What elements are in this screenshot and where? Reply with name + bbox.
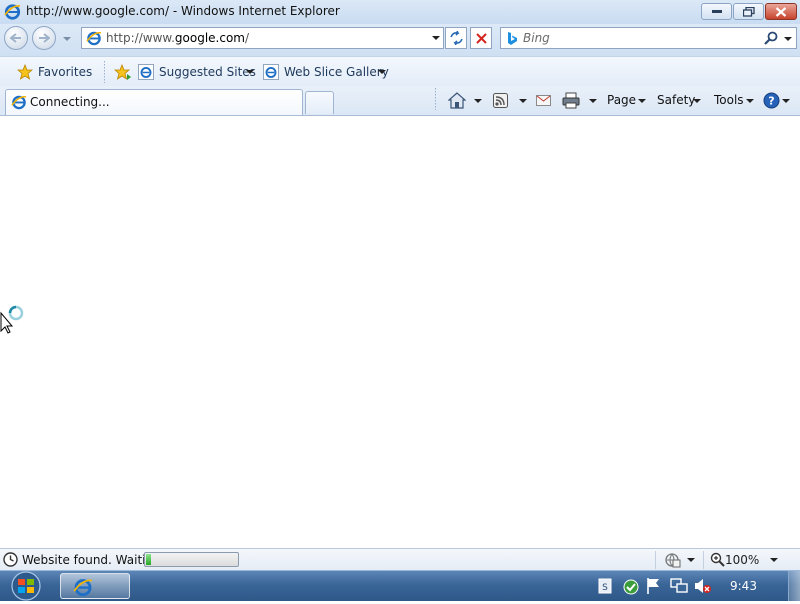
show-desktop-button[interactable] — [788, 571, 800, 601]
home-dropdown[interactable] — [474, 99, 482, 103]
zoom-control[interactable]: 100% — [710, 552, 792, 568]
tools-menu-arrow — [746, 99, 754, 103]
taskbar-ie-button[interactable] — [60, 573, 130, 599]
suggested-sites-ie-icon — [138, 64, 154, 80]
command-separator — [435, 88, 436, 110]
windows-start-icon — [11, 571, 41, 601]
feeds-dropdown[interactable] — [519, 99, 527, 103]
progress-fill — [146, 554, 151, 565]
refresh-button[interactable] — [445, 27, 467, 49]
search-box[interactable] — [500, 27, 797, 49]
taskbar: S 9:43 — [0, 570, 800, 601]
zone-icon[interactable] — [664, 552, 682, 568]
suggested-sites-button[interactable]: Suggested Sites — [138, 63, 256, 81]
help-button[interactable]: ? — [763, 92, 793, 110]
tab-ie-icon — [11, 94, 27, 113]
web-slice-ie-icon — [263, 64, 279, 80]
back-icon — [10, 33, 21, 43]
print-icon — [562, 92, 580, 109]
refresh-icon — [450, 31, 463, 45]
add-favorites-icon — [114, 64, 131, 80]
favorites-button[interactable]: Favorites — [17, 63, 97, 81]
tray-network-icon[interactable] — [670, 577, 688, 595]
bing-icon — [506, 31, 518, 49]
address-bar[interactable]: http://www.google.com/ — [81, 27, 444, 49]
tray-security-icon[interactable] — [621, 577, 639, 595]
new-tab-button[interactable] — [305, 91, 334, 114]
safety-menu-arrow — [693, 99, 701, 103]
tools-menu[interactable]: Tools — [714, 92, 759, 110]
feeds-icon — [493, 93, 508, 108]
suggested-sites-dropdown[interactable] — [246, 70, 254, 74]
zoom-level: 100% — [725, 553, 760, 567]
favorites-bar: Favorites Suggested Sites Web Slice Gall… — [0, 56, 800, 87]
favorites-star-icon — [17, 64, 33, 80]
tab-connecting[interactable]: Connecting... — [5, 89, 303, 115]
progress-bar — [144, 552, 239, 567]
home-icon — [448, 92, 466, 109]
stop-icon — [476, 33, 487, 44]
taskbar-clock[interactable]: 9:43 — [730, 579, 757, 593]
page-menu-arrow — [638, 99, 646, 103]
status-divider — [703, 551, 704, 569]
status-text: Website found. Waitin — [22, 553, 154, 567]
print-dropdown[interactable] — [589, 99, 597, 103]
tray-volume-muted-icon[interactable] — [694, 578, 712, 594]
svg-text:S: S — [602, 583, 608, 593]
web-slice-gallery-dropdown[interactable] — [378, 70, 386, 74]
page-ie-icon — [86, 30, 102, 49]
feeds-button[interactable] — [493, 92, 529, 110]
zoom-icon — [710, 552, 725, 567]
address-dropdown[interactable] — [432, 36, 440, 40]
search-dropdown[interactable] — [784, 37, 792, 41]
favorites-separator — [104, 61, 105, 83]
search-input[interactable] — [523, 29, 763, 47]
window-title: http://www.google.com/ - Windows Interne… — [26, 4, 340, 18]
title-bar: http://www.google.com/ - Windows Interne… — [0, 0, 800, 25]
tray-action-center-icon[interactable] — [646, 577, 662, 595]
page-menu[interactable]: Page — [607, 92, 653, 110]
help-dropdown[interactable] — [782, 99, 790, 103]
stop-button[interactable] — [470, 27, 492, 49]
mail-icon — [536, 95, 551, 106]
tab-bar: Connecting... Page Safety Tools ? — [0, 86, 800, 116]
page-content[interactable] — [0, 116, 800, 548]
forward-button[interactable] — [32, 26, 56, 50]
forward-icon — [39, 33, 50, 43]
ie-icon — [4, 3, 21, 23]
svg-text:?: ? — [768, 95, 774, 108]
tray-document-icon[interactable]: S — [598, 578, 612, 594]
busy-cursor-icon — [0, 305, 24, 334]
status-bar: Website found. Waitin 100% — [0, 548, 800, 571]
minimize-button[interactable] — [701, 3, 732, 20]
read-mail-button[interactable] — [536, 92, 554, 110]
safety-menu[interactable]: Safety — [657, 92, 707, 110]
zone-dropdown[interactable] — [687, 558, 695, 562]
back-button[interactable] — [4, 26, 28, 50]
recent-pages-dropdown[interactable] — [63, 37, 71, 41]
start-button[interactable] — [8, 571, 44, 601]
web-slice-gallery-button[interactable]: Web Slice Gallery — [263, 63, 391, 81]
restore-button[interactable] — [733, 3, 764, 20]
search-icon[interactable] — [764, 31, 778, 48]
print-button[interactable] — [562, 92, 600, 110]
status-divider — [655, 551, 656, 569]
home-button[interactable] — [448, 92, 486, 110]
navigation-bar: http://www.google.com/ — [0, 24, 800, 56]
close-button[interactable] — [765, 3, 797, 20]
taskbar-ie-icon — [73, 579, 92, 597]
help-icon: ? — [763, 92, 780, 109]
address-url[interactable]: http://www.google.com/ — [106, 31, 249, 45]
zoom-dropdown — [770, 558, 778, 562]
add-to-favorites-bar-button[interactable] — [114, 63, 134, 81]
loading-clock-icon — [3, 552, 18, 567]
tab-label: Connecting... — [30, 95, 110, 109]
